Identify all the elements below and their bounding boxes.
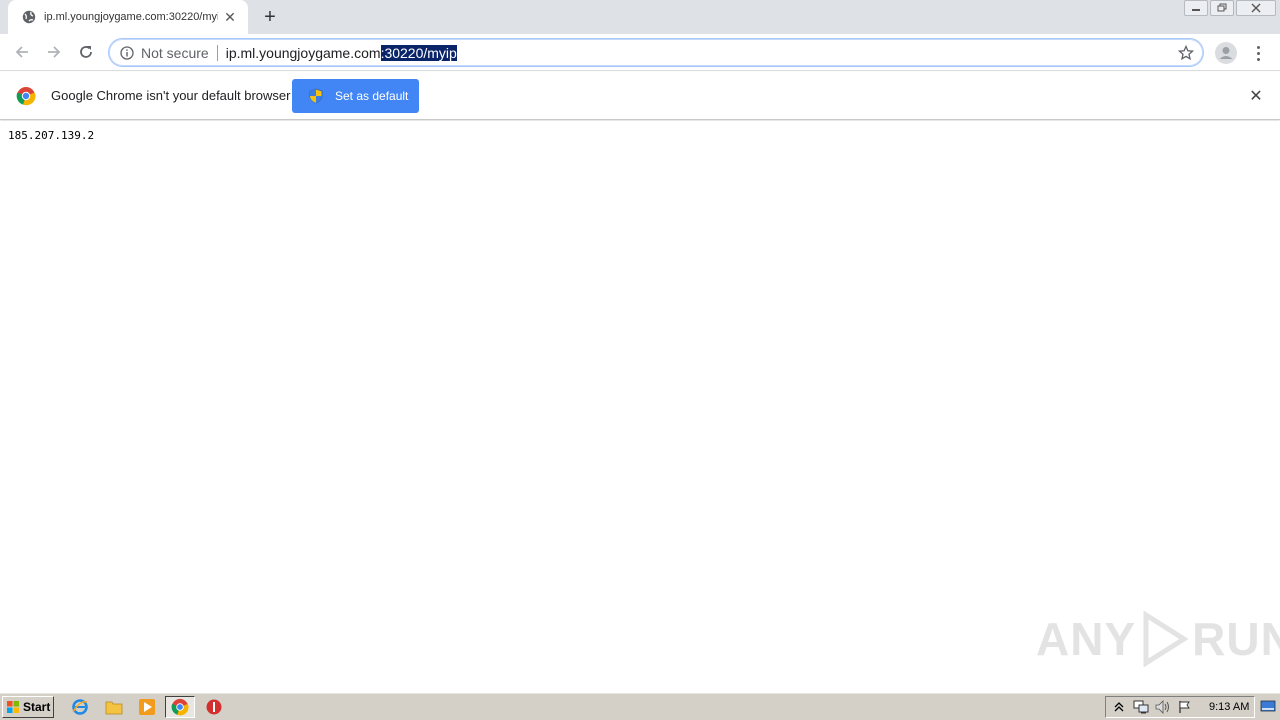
forward-arrow-icon[interactable] xyxy=(42,40,66,64)
taskbar-clock[interactable]: 9:13 AM xyxy=(1209,701,1249,713)
anyrun-watermark: ANY RUN xyxy=(1036,610,1280,668)
page-content: 185.207.139.2 ANY RUN xyxy=(0,121,1280,692)
address-bar[interactable]: Not secure ip.ml.youngjoygame.com:30220/… xyxy=(108,38,1204,67)
set-as-default-button[interactable]: Set as default xyxy=(292,79,419,113)
profile-avatar-icon[interactable] xyxy=(1215,42,1237,64)
chrome-logo-icon xyxy=(16,86,36,106)
volume-icon[interactable] xyxy=(1154,698,1172,716)
window-controls xyxy=(1182,0,1276,18)
default-browser-infobar: Google Chrome isn't your default browser xyxy=(0,72,1280,120)
tab-close-icon[interactable]: ✕ xyxy=(222,9,238,25)
browser-tab[interactable]: ip.ml.youngjoygame.com:30220/myip ✕ xyxy=(8,0,248,34)
internet-explorer-icon[interactable] xyxy=(69,697,91,717)
show-desktop-icon[interactable] xyxy=(1259,697,1277,715)
back-arrow-icon[interactable] xyxy=(10,40,34,64)
bookmark-star-icon[interactable] xyxy=(1177,44,1195,62)
browser-toolbar: Not secure ip.ml.youngjoygame.com:30220/… xyxy=(0,34,1280,71)
watermark-right-text: RUN xyxy=(1192,613,1280,665)
uac-shield-icon xyxy=(308,88,324,104)
infobar-message: Google Chrome isn't your default browser xyxy=(51,88,291,103)
windows-logo-icon xyxy=(6,700,20,714)
play-logo-icon xyxy=(1140,610,1189,668)
minimize-icon[interactable] xyxy=(1184,0,1208,16)
file-explorer-icon[interactable] xyxy=(103,697,125,717)
start-button[interactable]: Start xyxy=(2,696,54,718)
chrome-menu-icon[interactable] xyxy=(1250,42,1266,64)
show-hidden-icons-icon[interactable] xyxy=(1110,698,1128,716)
security-label: Not secure xyxy=(141,44,209,61)
set-as-default-label: Set as default xyxy=(335,89,409,103)
ip-address-text: 185.207.139.2 xyxy=(8,129,95,142)
windows-taskbar: Start 9:13 AM xyxy=(0,692,1280,720)
globe-icon xyxy=(22,10,36,24)
watermark-left-text: ANY xyxy=(1036,613,1137,665)
url-host: ip.ml.youngjoygame.com xyxy=(225,44,381,61)
stop-shield-icon[interactable] xyxy=(203,697,225,717)
url-selected-text: :30220/myip xyxy=(380,44,457,61)
infobar-close-icon[interactable]: ✕ xyxy=(1247,87,1265,105)
media-player-icon[interactable] xyxy=(136,697,158,717)
tab-strip: ip.ml.youngjoygame.com:30220/myip ✕ + xyxy=(0,0,1280,34)
start-label: Start xyxy=(23,700,51,714)
chrome-taskbar-icon[interactable] xyxy=(165,696,195,718)
network-icon[interactable] xyxy=(1132,698,1150,716)
info-icon[interactable] xyxy=(119,45,135,61)
omnibox-divider xyxy=(216,44,218,61)
new-tab-button[interactable]: + xyxy=(259,6,281,28)
url-text[interactable]: ip.ml.youngjoygame.com:30220/myip xyxy=(225,44,457,61)
action-center-flag-icon[interactable] xyxy=(1176,698,1194,716)
window-close-icon[interactable] xyxy=(1236,0,1276,16)
restore-icon[interactable] xyxy=(1210,0,1234,16)
tab-title: ip.ml.youngjoygame.com:30220/myip xyxy=(44,11,218,23)
reload-icon[interactable] xyxy=(74,40,98,64)
